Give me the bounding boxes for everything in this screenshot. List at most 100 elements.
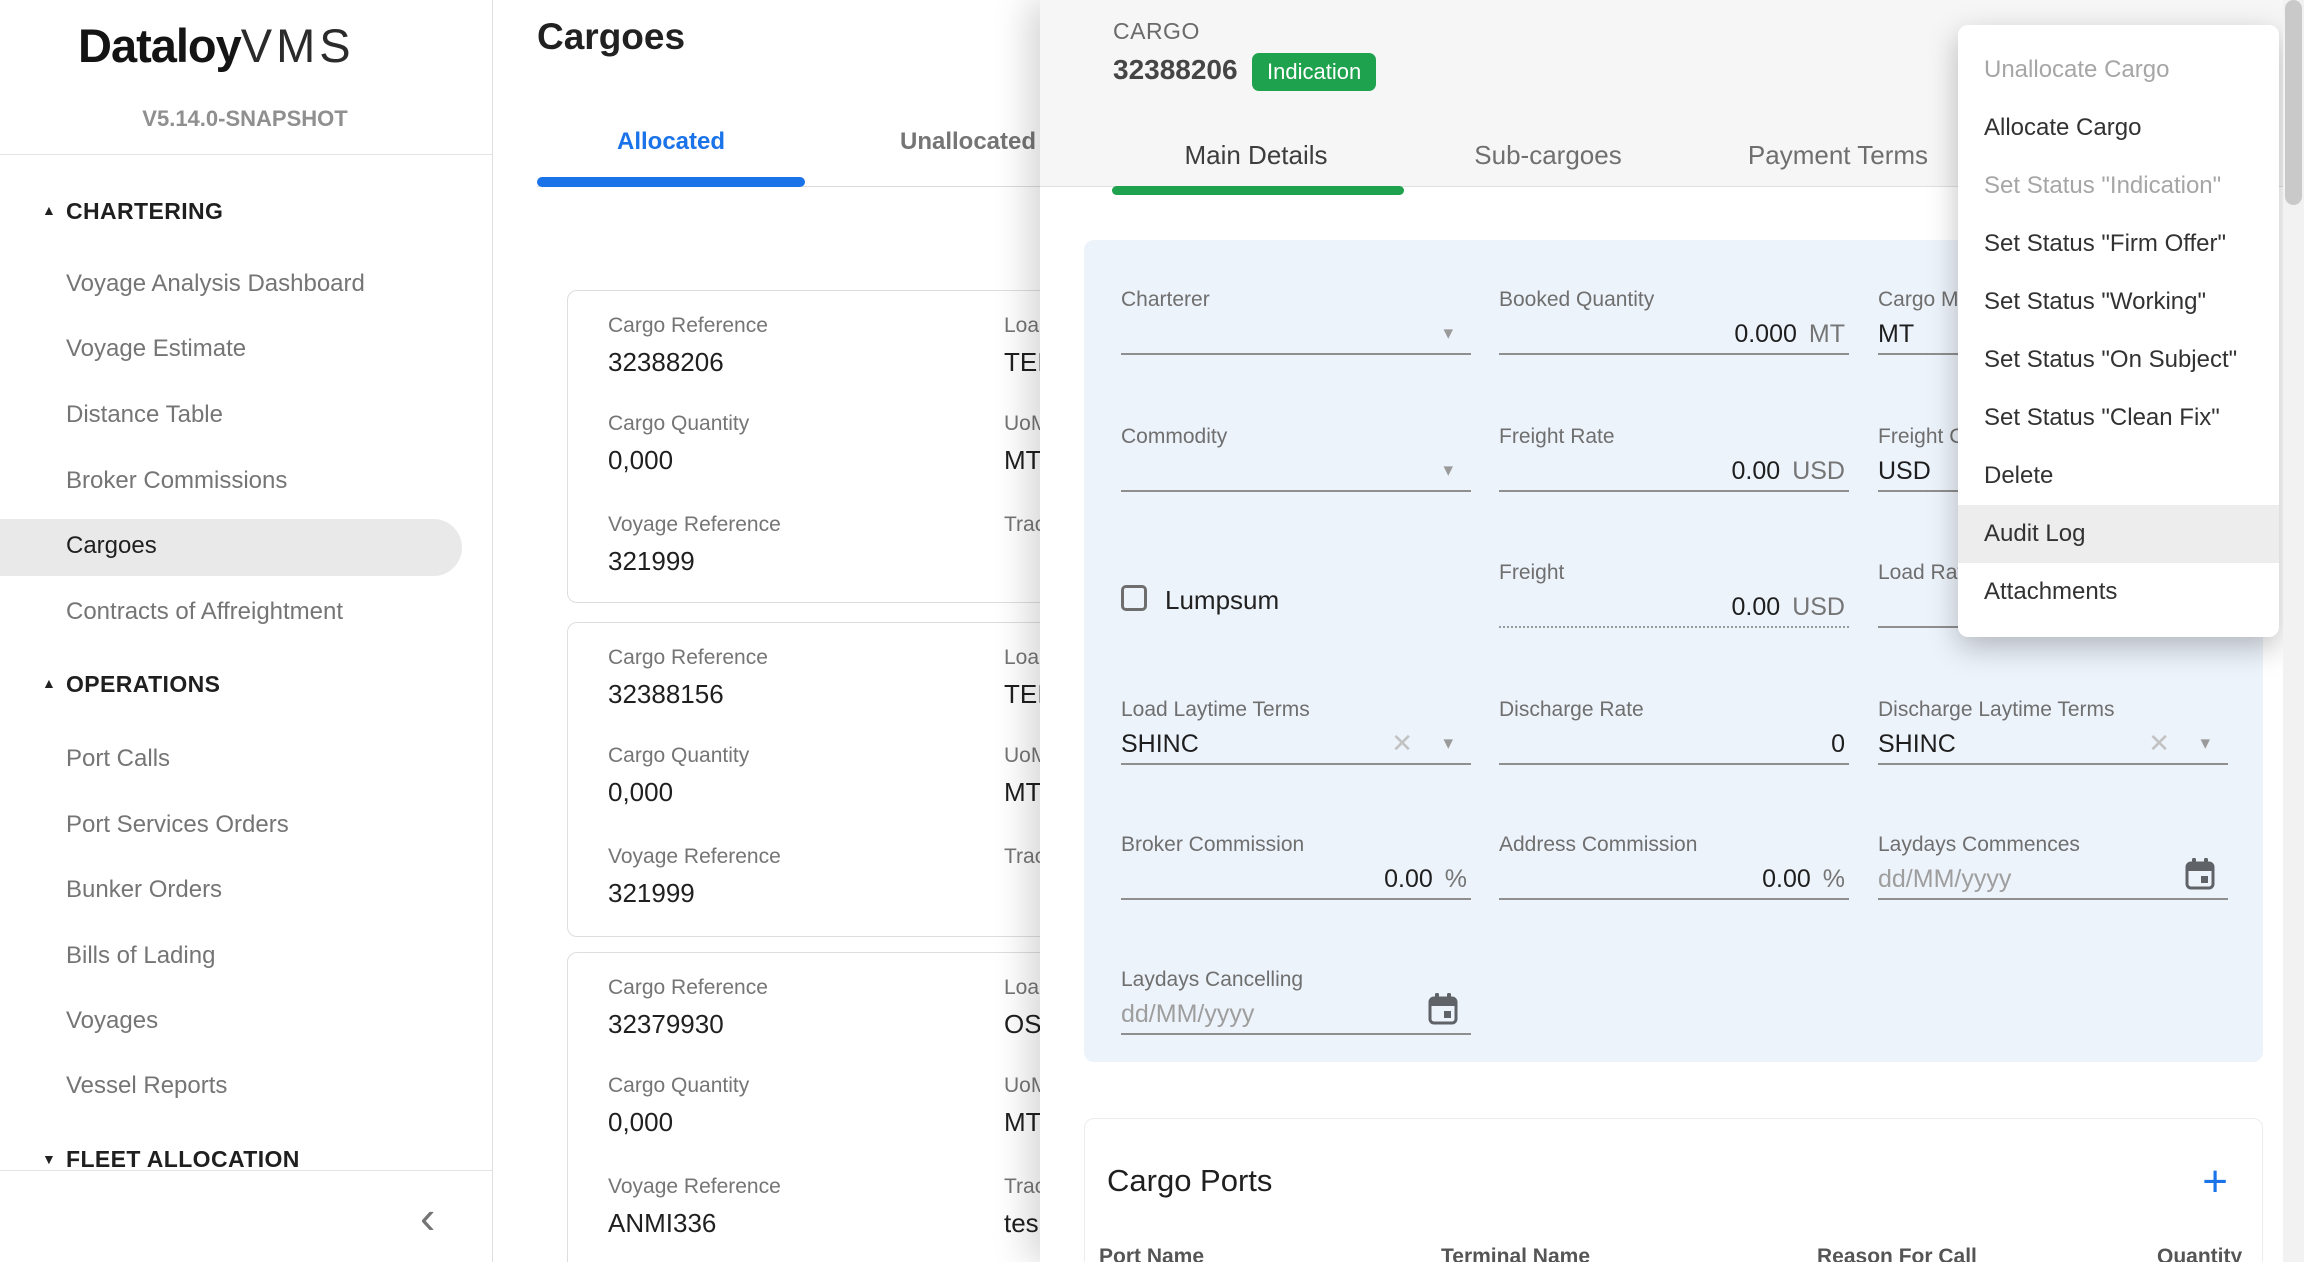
section-collapse-icon[interactable]: ▲: [42, 202, 56, 218]
sidebar-item-voyage-analysis-dashboard[interactable]: Voyage Analysis Dashboard: [66, 270, 365, 298]
card-field-value: MT: [1004, 1107, 1042, 1138]
sidebar-item-bunker-orders[interactable]: Bunker Orders: [66, 876, 222, 904]
sidebar-item-cargoes[interactable]: Cargoes: [66, 532, 157, 560]
field-underline: [1499, 353, 1849, 355]
tab-payment-terms[interactable]: Payment Terms: [1733, 140, 1943, 171]
unit-suffix: %: [1445, 863, 1467, 895]
field-value: SHINC: [1121, 728, 1199, 760]
broker-commission-field[interactable]: Broker Commission 0.00%: [1121, 833, 1471, 908]
menu-item-unallocate-cargo: Unallocate Cargo: [1958, 41, 2279, 99]
sidebar-item-broker-commissions[interactable]: Broker Commissions: [66, 467, 287, 495]
cargo-kicker: CARGO: [1113, 18, 1200, 45]
card-field-label: Voyage Reference: [608, 845, 781, 869]
menu-item-audit-log[interactable]: Audit Log: [1958, 505, 2279, 563]
field-label: Address Commission: [1499, 833, 1697, 857]
discharge-rate-field[interactable]: Discharge Rate 0: [1499, 698, 1849, 773]
collapse-sidebar-icon[interactable]: ‹: [420, 1190, 435, 1244]
field-underline: [1121, 353, 1471, 355]
scrollbar-track[interactable]: [2283, 0, 2304, 1262]
menu-item-set-status-clean-fix[interactable]: Set Status "Clean Fix": [1958, 389, 2279, 447]
field-label: Discharge Laytime Terms: [1878, 698, 2115, 722]
sidebar-item-voyage-estimate[interactable]: Voyage Estimate: [66, 335, 246, 363]
card-field-value: ANMI336: [608, 1208, 716, 1239]
card-field-label: Voyage Reference: [608, 1175, 781, 1199]
field-label: Broker Commission: [1121, 833, 1304, 857]
address-commission-field[interactable]: Address Commission 0.00%: [1499, 833, 1849, 908]
card-field-value: 321999: [608, 878, 695, 909]
menu-item-set-status-firm-offer[interactable]: Set Status "Firm Offer": [1958, 215, 2279, 273]
sidebar-item-contracts-of-affreightment[interactable]: Contracts of Affreightment: [66, 598, 343, 626]
unit-suffix: USD: [1792, 591, 1845, 623]
chevron-down-icon[interactable]: ▾: [2200, 732, 2210, 755]
field-value: MT: [1878, 318, 1914, 350]
tab-sub-cargoes[interactable]: Sub-cargoes: [1443, 140, 1653, 171]
sidebar-item-port-services-orders[interactable]: Port Services Orders: [66, 811, 289, 839]
menu-item-delete[interactable]: Delete: [1958, 447, 2279, 505]
chevron-down-icon[interactable]: ▾: [1443, 322, 1453, 345]
calendar-icon[interactable]: [1427, 992, 1459, 1031]
cargo-card[interactable]: Cargo Reference 32379930 Cargo Quantity …: [567, 952, 1087, 1262]
charterer-field[interactable]: Charterer ▾: [1121, 288, 1471, 363]
card-field-label: Cargo Quantity: [608, 1074, 749, 1098]
section-expand-icon[interactable]: ▼: [42, 1151, 56, 1167]
field-label: Cargo M: [1878, 288, 1959, 312]
section-collapse-icon[interactable]: ▲: [42, 675, 56, 691]
field-underline: [1121, 898, 1471, 900]
cargo-actions-menu: Unallocate Cargo Allocate Cargo Set Stat…: [1958, 25, 2279, 637]
booked-quantity-field[interactable]: Booked Quantity 0.000MT: [1499, 288, 1849, 363]
freight-rate-field[interactable]: Freight Rate 0.00USD: [1499, 425, 1849, 500]
sidebar-section-chartering[interactable]: CHARTERING: [66, 198, 223, 225]
column-header-terminal-name: Terminal Name: [1441, 1245, 1590, 1262]
cargo-card[interactable]: Cargo Reference 32388156 Cargo Quantity …: [567, 622, 1087, 937]
add-icon[interactable]: +: [2202, 1157, 2228, 1207]
sidebar-item-bills-of-lading[interactable]: Bills of Lading: [66, 942, 215, 970]
card-field-value: TEI: [1004, 679, 1044, 710]
unit-suffix: USD: [1792, 455, 1845, 487]
tab-allocated[interactable]: Allocated: [537, 128, 805, 156]
menu-item-attachments[interactable]: Attachments: [1958, 563, 2279, 621]
cargo-card[interactable]: Cargo Reference 32388206 Cargo Quantity …: [567, 290, 1087, 603]
clear-icon[interactable]: ✕: [1391, 728, 1413, 759]
card-field-value: MT: [1004, 777, 1042, 808]
sidebar-item-voyages[interactable]: Voyages: [66, 1007, 158, 1035]
commodity-field[interactable]: Commodity ▾: [1121, 425, 1471, 500]
sidebar: DataloyVMS V5.14.0-SNAPSHOT ▲ CHARTERING…: [0, 0, 493, 1262]
cargo-ports-title: Cargo Ports: [1107, 1163, 1272, 1199]
clear-icon[interactable]: ✕: [2148, 728, 2170, 759]
card-field-label: Cargo Quantity: [608, 412, 749, 436]
tab-main-details[interactable]: Main Details: [1151, 140, 1361, 171]
field-label: Load Laytime Terms: [1121, 698, 1310, 722]
laydays-commences-field[interactable]: Laydays Commences dd/MM/yyyy: [1878, 833, 2228, 908]
sidebar-section-fleet-allocation[interactable]: FLEET ALLOCATION: [66, 1146, 300, 1173]
chevron-down-icon[interactable]: ▾: [1443, 732, 1453, 755]
card-field-value: MT: [1004, 445, 1042, 476]
menu-item-set-status-on-subject[interactable]: Set Status "On Subject": [1958, 331, 2279, 389]
field-underline: [1499, 626, 1849, 628]
menu-item-set-status-working[interactable]: Set Status "Working": [1958, 273, 2279, 331]
field-label: Commodity: [1121, 425, 1227, 449]
field-label: Laydays Commences: [1878, 833, 2080, 857]
menu-item-set-status-indication: Set Status "Indication": [1958, 157, 2279, 215]
field-label: Discharge Rate: [1499, 698, 1644, 722]
active-tab-indicator: [537, 177, 805, 187]
sidebar-item-vessel-reports[interactable]: Vessel Reports: [66, 1072, 227, 1100]
card-field-value: 0,000: [608, 445, 673, 476]
load-laytime-terms-field[interactable]: Load Laytime Terms SHINC ✕ ▾: [1121, 698, 1471, 773]
sidebar-item-distance-table[interactable]: Distance Table: [66, 401, 223, 429]
calendar-icon[interactable]: [2184, 857, 2216, 896]
sidebar-section-operations[interactable]: OPERATIONS: [66, 671, 220, 698]
freight-field[interactable]: Freight 0.00USD: [1499, 561, 1849, 636]
menu-item-allocate-cargo[interactable]: Allocate Cargo: [1958, 99, 2279, 157]
logo-bold-text: Dataloy: [78, 19, 241, 72]
sidebar-item-port-calls[interactable]: Port Calls: [66, 745, 170, 773]
scrollbar-thumb[interactable]: [2285, 0, 2302, 205]
lumpsum-checkbox[interactable]: [1121, 585, 1147, 611]
field-label: Freight: [1499, 561, 1564, 585]
card-field-value: 321999: [608, 546, 695, 577]
field-label: Laydays Cancelling: [1121, 968, 1303, 992]
modal-active-tab-indicator: [1112, 186, 1404, 195]
chevron-down-icon[interactable]: ▾: [1443, 459, 1453, 482]
discharge-laytime-terms-field[interactable]: Discharge Laytime Terms SHINC ✕ ▾: [1878, 698, 2228, 773]
laydays-cancelling-field[interactable]: Laydays Cancelling dd/MM/yyyy: [1121, 968, 1471, 1043]
sidebar-top-divider: [0, 154, 492, 155]
